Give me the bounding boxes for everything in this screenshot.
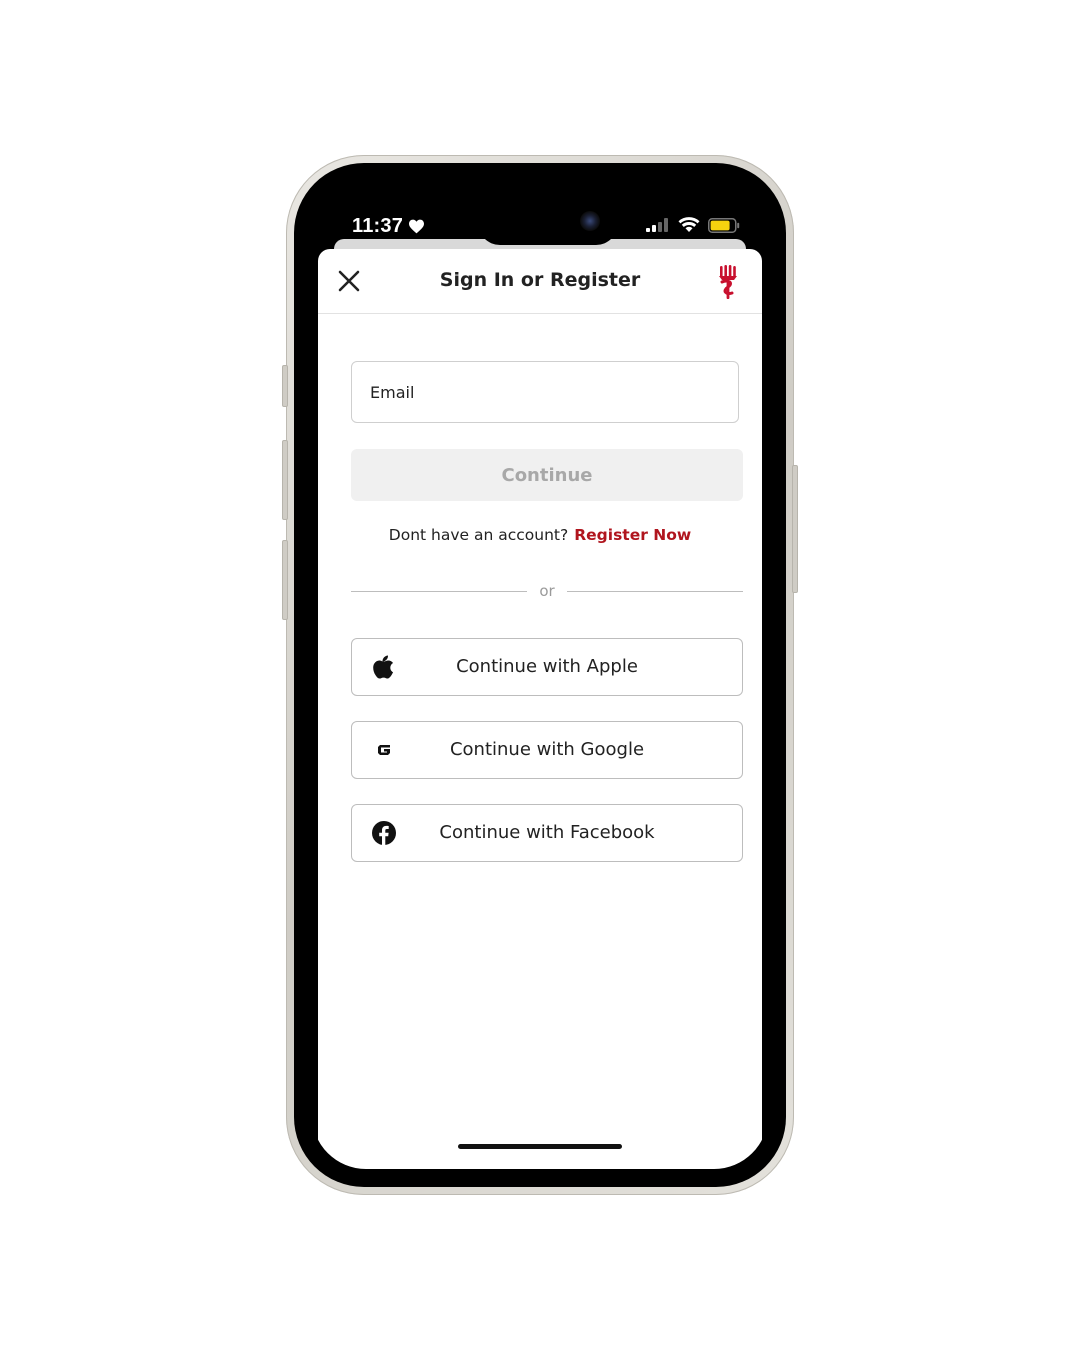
google-button-label: Continue with Google — [449, 739, 645, 760]
volume-up-button — [282, 440, 288, 520]
apple-button-label: Continue with Apple — [456, 656, 638, 677]
continue-with-google-button[interactable]: Continue with Google — [351, 721, 743, 779]
battery-icon — [708, 217, 740, 233]
screen: 11:37 Sign In or Register Email Continue… — [312, 181, 768, 1169]
divider-label: or — [539, 582, 555, 600]
register-row: Dont have an account? Register Now — [318, 526, 762, 544]
or-divider: or — [351, 581, 744, 601]
wifi-icon — [678, 217, 700, 232]
mute-switch — [282, 365, 288, 407]
sign-in-sheet: Sign In or Register Continue Dont have — [318, 249, 762, 1169]
register-now-link[interactable]: Register Now — [574, 526, 691, 544]
home-indicator[interactable] — [458, 1144, 622, 1149]
continue-button[interactable]: Continue — [351, 449, 743, 501]
dynamic-island — [478, 181, 618, 245]
divider-line-left — [351, 590, 528, 592]
continue-with-apple-button[interactable]: Continue with Apple — [351, 638, 743, 696]
facebook-button-label: Continue with Facebook — [439, 822, 655, 843]
camera-icon — [580, 211, 600, 231]
header: Sign In or Register — [318, 249, 762, 314]
bezel: 11:37 Sign In or Register Email Continue… — [294, 163, 786, 1187]
status-icons — [646, 217, 740, 233]
heart-icon — [409, 219, 425, 234]
volume-down-button — [282, 540, 288, 620]
continue-with-facebook-button[interactable]: Continue with Facebook — [351, 804, 743, 862]
email-field[interactable] — [351, 361, 739, 423]
signal-bars-icon — [646, 218, 668, 232]
page-title: Sign In or Register — [439, 269, 641, 291]
divider-line-right — [566, 590, 744, 592]
phone-frame: 11:37 Sign In or Register Email Continue… — [282, 155, 798, 1195]
status-time-text: 11:37 — [352, 215, 404, 237]
power-button — [792, 465, 798, 593]
register-prompt: Dont have an account? — [388, 526, 569, 544]
brand-logo-icon — [719, 265, 737, 299]
status-time: 11:37 — [352, 215, 425, 238]
